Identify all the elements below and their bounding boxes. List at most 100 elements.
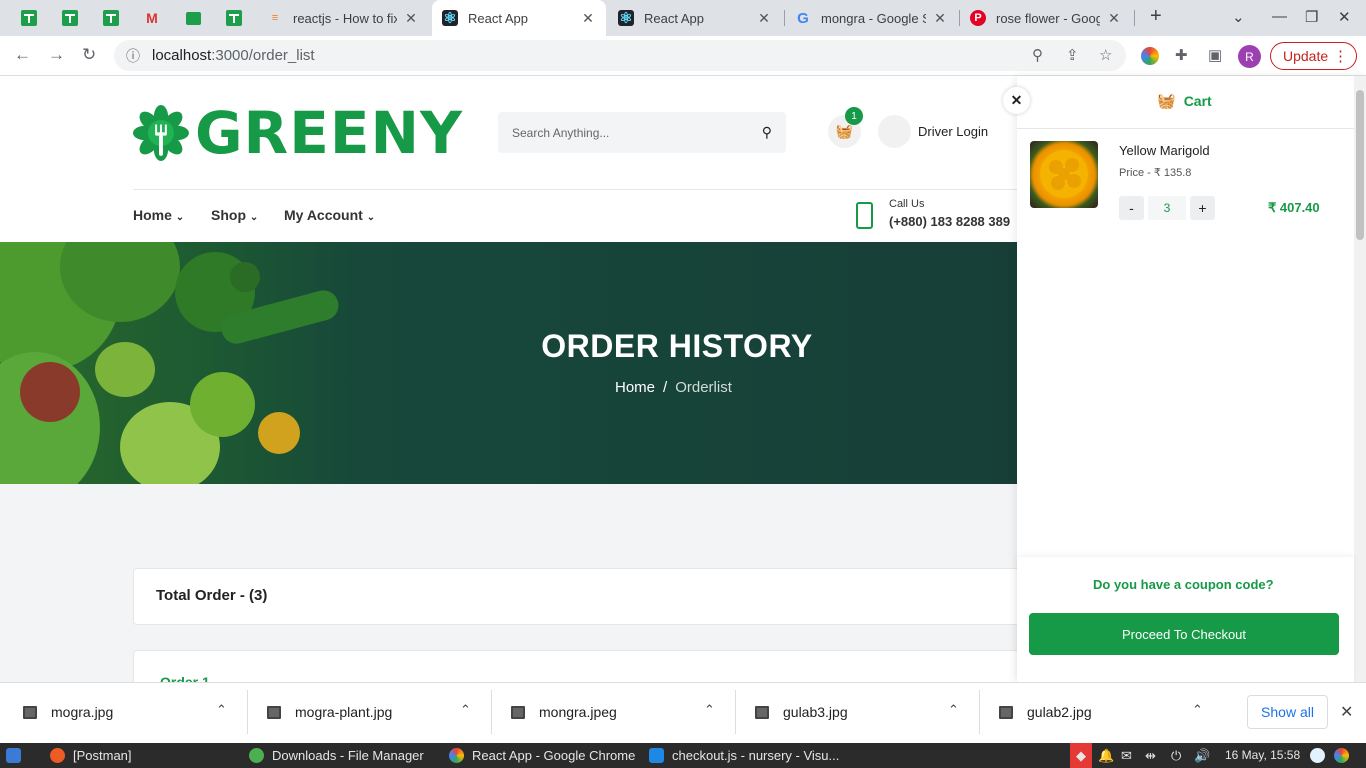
url-host: localhost xyxy=(152,47,212,64)
volume-icon[interactable]: 🔊 xyxy=(1194,748,1210,764)
sheets-pinned-tab[interactable] xyxy=(221,6,247,30)
notification-bell-icon[interactable]: 🔔 xyxy=(1098,748,1114,764)
chrome-extension-icon[interactable] xyxy=(1141,47,1159,65)
close-icon[interactable]: ✕ xyxy=(756,10,772,27)
download-item[interactable]: gulab3.jpg xyxy=(755,698,848,726)
tab-reactjs-fix[interactable]: ≡ reactjs - How to fix ✕ xyxy=(257,0,429,36)
power-icon[interactable]: ⏻ xyxy=(1171,748,1181,764)
site-info-icon[interactable]: ⓘ xyxy=(126,46,140,66)
vegetable-decoration xyxy=(258,412,300,454)
product-thumbnail[interactable] xyxy=(1030,141,1098,208)
network-icon[interactable]: ⇹ xyxy=(1145,748,1156,764)
minimize-icon[interactable]: — xyxy=(1272,8,1287,25)
download-item[interactable]: mogra.jpg xyxy=(23,698,113,726)
cart-count-badge: 1 xyxy=(845,107,863,125)
taskbar-item-file-manager[interactable]: Downloads - File Manager xyxy=(249,748,424,763)
cart-divider xyxy=(1017,128,1366,129)
close-icon[interactable]: ✕ xyxy=(1106,10,1122,27)
nav-shop[interactable]: Shop ⌄ xyxy=(211,207,258,223)
basket-icon: 🧺 xyxy=(835,123,854,139)
gmail-pinned-tab[interactable]: M xyxy=(139,6,165,30)
window-close-icon[interactable]: ✕ xyxy=(1338,8,1351,26)
bookmark-star-icon[interactable]: ☆ xyxy=(1099,46,1112,64)
tab-search-chevron-icon[interactable]: ⌄ xyxy=(1232,8,1245,26)
chat-pinned-tab[interactable] xyxy=(180,6,206,30)
chevron-up-icon[interactable]: ⌃ xyxy=(1192,702,1203,718)
breadcrumb: Home / Orderlist xyxy=(615,379,732,396)
sheets-pinned-tab[interactable] xyxy=(57,6,83,30)
postman-icon xyxy=(50,748,65,763)
chevron-down-icon: ⌄ xyxy=(249,212,259,223)
vscode-icon xyxy=(649,748,664,763)
google-icon: G xyxy=(797,9,809,27)
greeny-logo[interactable]: GREENY xyxy=(133,90,463,176)
new-tab-plus-icon[interactable]: + xyxy=(1150,5,1162,28)
coupon-link[interactable]: Do you have a coupon code? xyxy=(1093,577,1274,592)
download-item[interactable]: mogra-plant.jpg xyxy=(267,698,392,726)
taskbar-item-vscode[interactable]: checkout.js - nursery - Visu... xyxy=(649,748,839,763)
quantity-increase-button[interactable]: + xyxy=(1190,196,1215,220)
tab-react-app[interactable]: ⚛ React App ✕ xyxy=(608,0,782,36)
chevron-up-icon[interactable]: ⌃ xyxy=(704,702,715,718)
chevron-up-icon[interactable]: ⌃ xyxy=(948,702,959,718)
sheets-icon xyxy=(21,10,37,26)
quantity-input[interactable] xyxy=(1148,196,1186,220)
url-bar[interactable]: ⓘ localhost:3000/order_list xyxy=(114,40,1126,71)
item-total: ₹ 407.40 xyxy=(1268,200,1320,215)
user-avatar[interactable] xyxy=(878,115,911,148)
tab-mongra-google[interactable]: G mongra - Google S ✕ xyxy=(785,0,958,36)
total-order-card: Total Order - (3) xyxy=(133,568,1023,625)
start-menu-button[interactable] xyxy=(6,748,29,763)
close-icon[interactable]: ✕ xyxy=(580,10,596,27)
chevron-down-icon: ⌄ xyxy=(175,212,185,223)
close-icon[interactable]: ✕ xyxy=(403,10,419,27)
puzzle-extensions-icon[interactable]: ✚ xyxy=(1175,46,1188,64)
logo-wordmark: GREENY xyxy=(194,99,463,167)
close-icon[interactable]: ✕ xyxy=(1003,87,1030,114)
product-name[interactable]: Yellow Marigold xyxy=(1119,143,1210,158)
restore-icon[interactable]: ❐ xyxy=(1305,8,1318,26)
update-button[interactable]: Update ⋮ xyxy=(1270,42,1357,70)
close-icon[interactable]: ✕ xyxy=(932,10,948,27)
download-item[interactable]: mongra.jpeg xyxy=(511,698,617,726)
mail-icon[interactable]: ✉ xyxy=(1121,748,1132,764)
basket-icon: 🧺 xyxy=(1157,93,1176,110)
clock: 16 May, 15:58 xyxy=(1225,748,1301,762)
sheets-pinned-tab[interactable] xyxy=(98,6,124,30)
download-separator xyxy=(979,690,980,734)
image-file-icon xyxy=(511,705,525,719)
quantity-decrease-button[interactable]: - xyxy=(1119,196,1144,220)
download-item[interactable]: gulab2.jpg xyxy=(999,698,1092,726)
search-input[interactable] xyxy=(512,125,752,140)
stackoverflow-icon: ≡ xyxy=(271,12,279,24)
nav-my-account[interactable]: My Account ⌄ xyxy=(284,207,375,223)
tray-chrome-icon[interactable] xyxy=(1334,748,1357,763)
proceed-to-checkout-button[interactable]: Proceed To Checkout xyxy=(1029,613,1339,655)
taskbar-item-chrome[interactable]: React App - Google Chrome xyxy=(449,748,635,763)
tray-app-icon[interactable] xyxy=(1310,748,1333,763)
side-panel-icon[interactable]: ▣ xyxy=(1208,46,1222,64)
tray-git-icon[interactable]: ◆ xyxy=(1070,743,1092,768)
pinterest-icon: P xyxy=(970,10,986,26)
back-arrow-icon[interactable]: ← xyxy=(14,45,31,65)
share-icon[interactable]: ⇪ xyxy=(1066,46,1079,64)
tab-rose-flower[interactable]: P rose flower - Goog ✕ xyxy=(960,0,1132,36)
breadcrumb-home[interactable]: Home xyxy=(615,379,655,396)
close-icon[interactable]: ✕ xyxy=(1340,702,1353,722)
chevron-up-icon[interactable]: ⌃ xyxy=(460,702,471,718)
search-icon[interactable]: ⚲ xyxy=(762,124,772,141)
zoom-icon[interactable]: ⚲ xyxy=(1032,46,1043,64)
taskbar-item-postman[interactable]: [Postman] xyxy=(50,748,132,763)
scrollbar-thumb[interactable] xyxy=(1356,90,1364,240)
profile-avatar[interactable]: R xyxy=(1238,45,1261,68)
forward-arrow-icon[interactable]: → xyxy=(48,45,65,65)
chevron-up-icon[interactable]: ⌃ xyxy=(216,702,227,718)
tab-react-app-active[interactable]: ⚛ React App ✕ xyxy=(432,0,606,36)
menu-dots-icon[interactable]: ⋮ xyxy=(1333,47,1348,65)
show-all-button[interactable]: Show all xyxy=(1247,695,1328,729)
gmail-icon: M xyxy=(146,10,158,26)
reload-icon[interactable]: ↻ xyxy=(82,45,96,65)
driver-login-link[interactable]: Driver Login xyxy=(918,124,988,139)
nav-home[interactable]: Home ⌄ xyxy=(133,207,184,223)
sheets-pinned-tab[interactable] xyxy=(16,6,42,30)
